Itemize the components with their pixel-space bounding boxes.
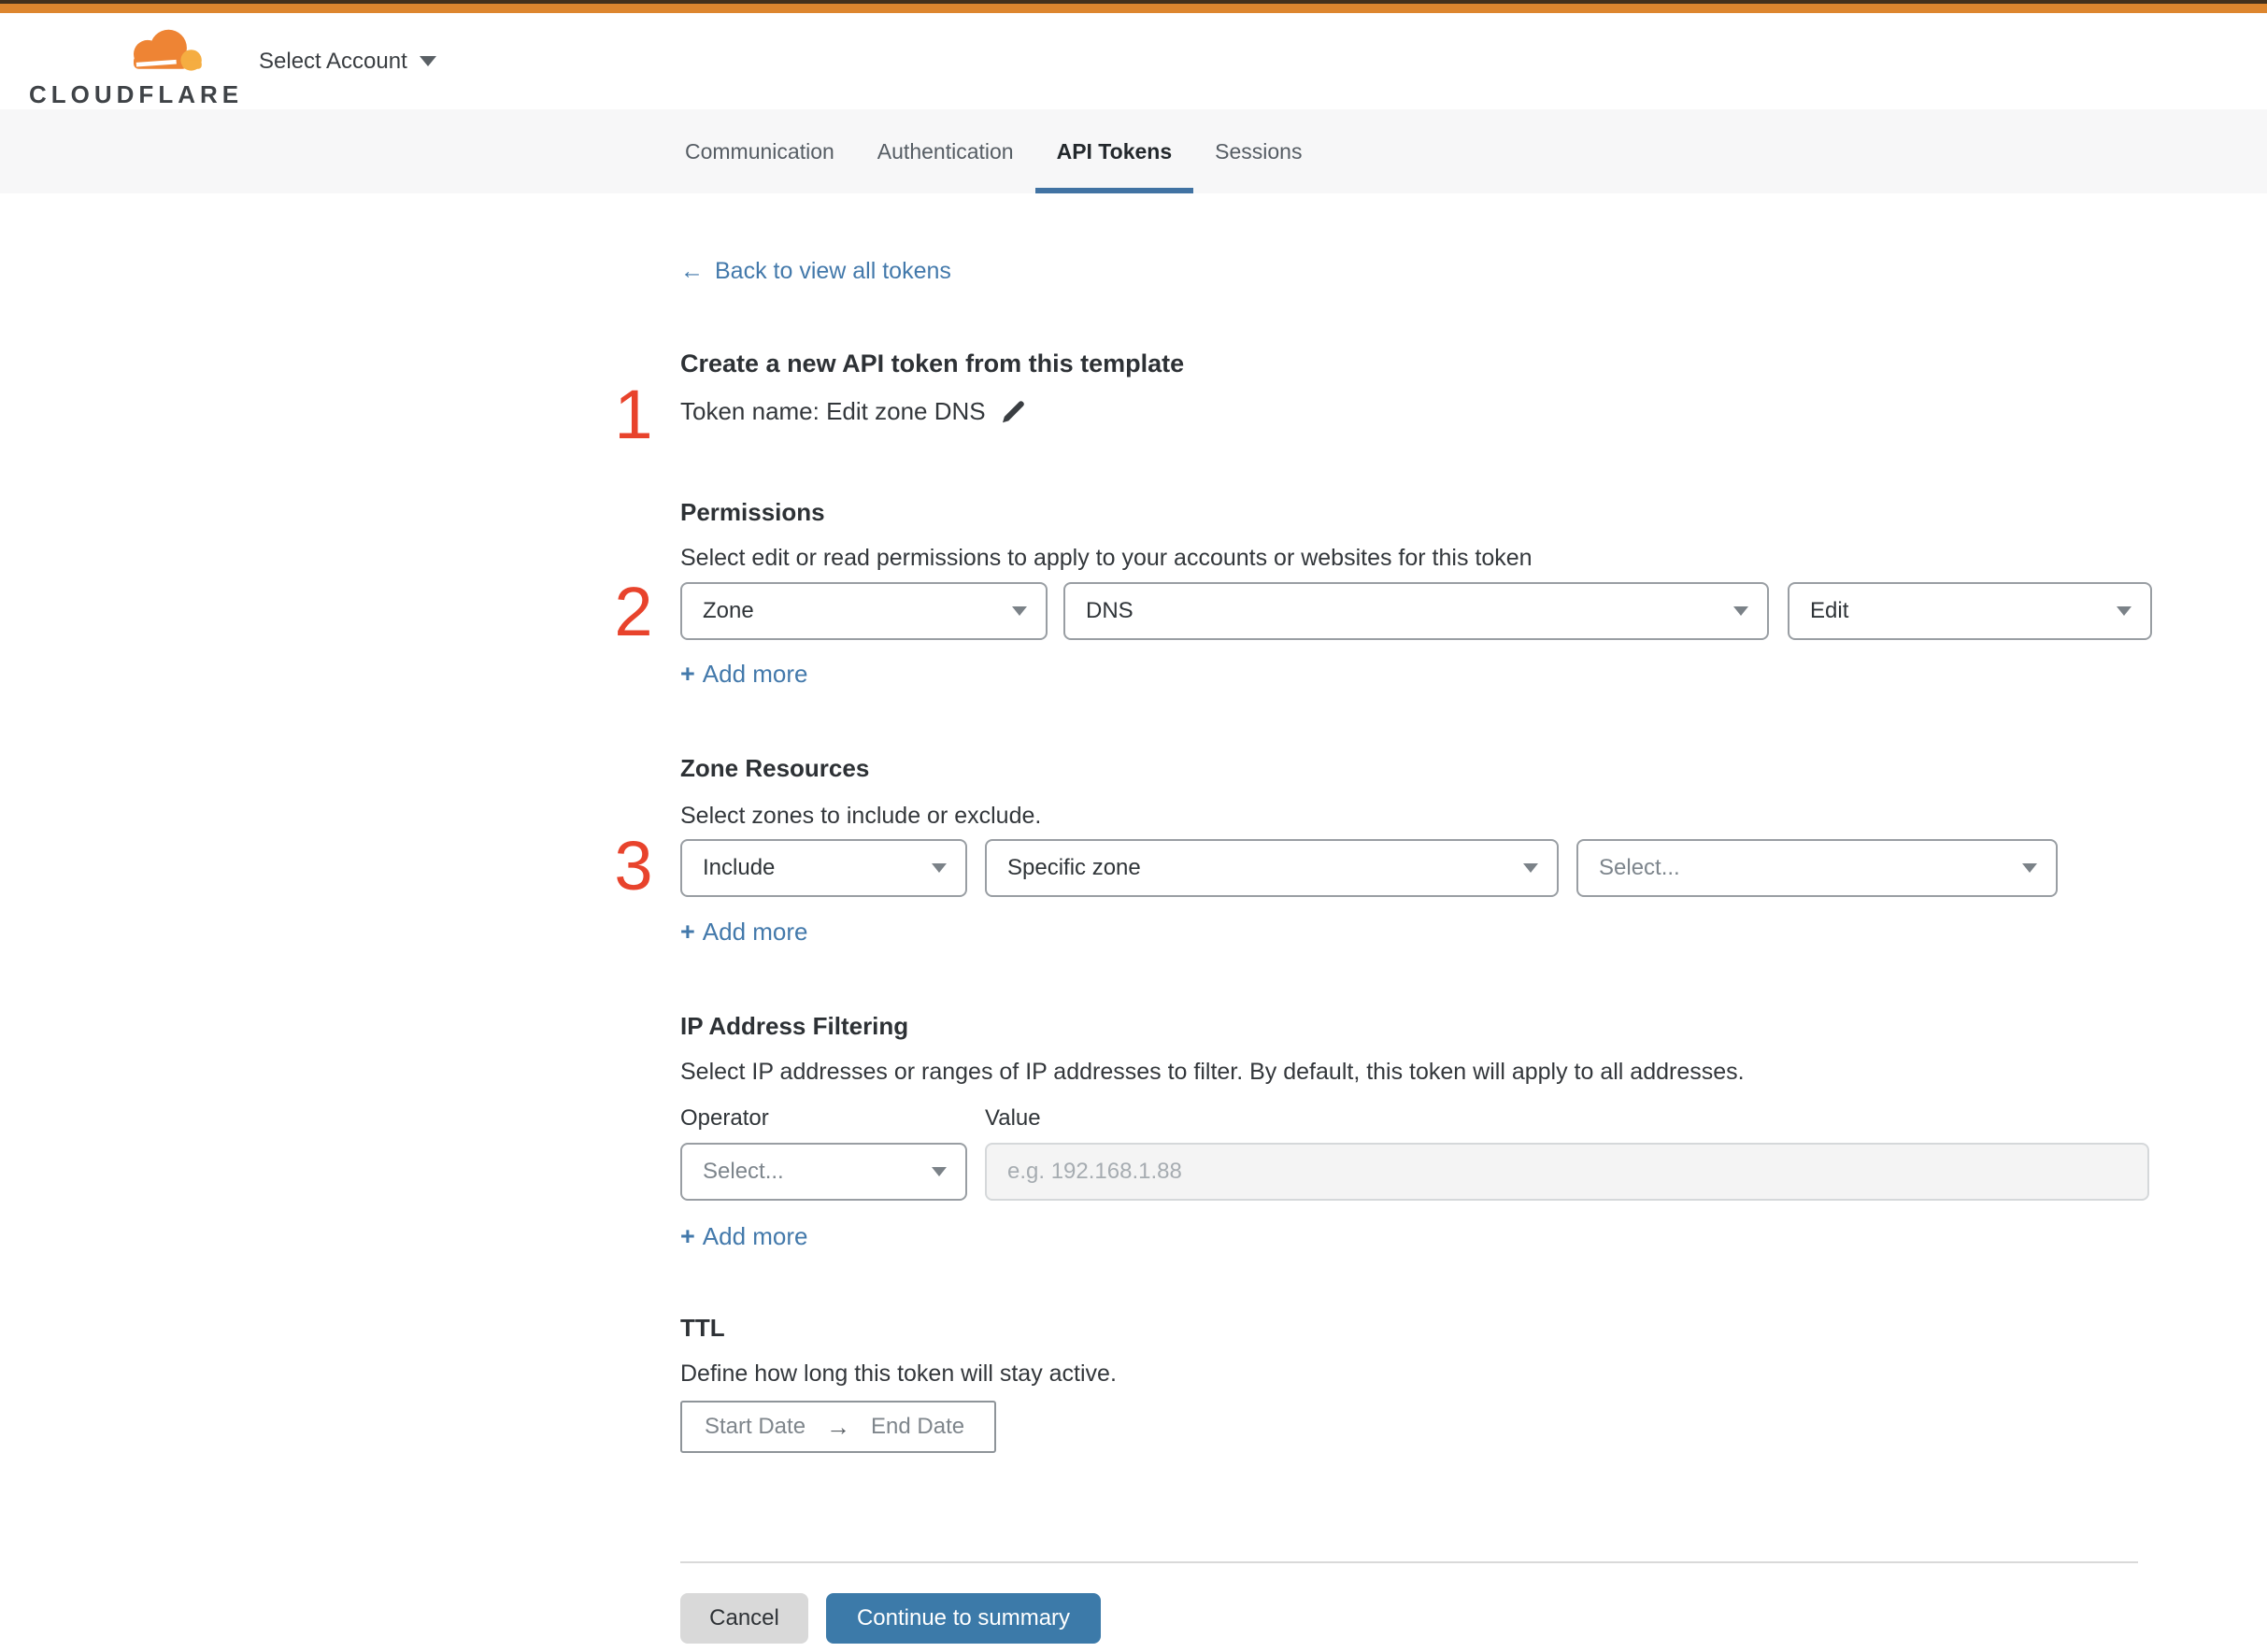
page-title: Create a new API token from this templat… (680, 349, 1185, 377)
cancel-button[interactable]: Cancel (680, 1593, 808, 1644)
ip-filtering-add-more-link[interactable]: + Add more (680, 1222, 808, 1251)
zone-mode-value: Include (703, 855, 776, 880)
tab-api-tokens[interactable]: API Tokens (1034, 109, 1194, 193)
zone-type-value: Specific zone (1007, 855, 1141, 880)
start-date-label: Start Date (705, 1414, 806, 1439)
permissions-add-more-link[interactable]: + Add more (680, 660, 808, 689)
plus-icon: + (680, 660, 695, 688)
cloudflare-orange-bar (0, 4, 2267, 13)
permission-access-value: Edit (1810, 598, 1849, 623)
cloudflare-logo-text: CLOUDFLARE (29, 80, 244, 108)
token-name-text: Token name: Edit zone DNS (680, 396, 986, 425)
chevron-down-icon (932, 1167, 947, 1176)
chevron-down-icon (2022, 863, 2037, 873)
permission-scope-value: Zone (703, 598, 754, 623)
permission-service-value: DNS (1086, 598, 1134, 623)
arrow-right-icon: → (826, 1412, 851, 1441)
account-selector-label: Select Account (259, 48, 407, 74)
chevron-down-icon (419, 56, 436, 66)
permission-service-dropdown[interactable]: DNS (1063, 582, 1769, 640)
end-date-label: End Date (871, 1414, 965, 1439)
plus-icon: + (680, 1222, 695, 1250)
edit-pencil-icon (1002, 401, 1024, 423)
cloudflare-logo[interactable]: CLOUDFLARE (29, 26, 244, 109)
cloudflare-cloud-icon (134, 29, 202, 71)
zone-resources-description: Select zones to include or exclude. (680, 803, 1042, 829)
permissions-description: Select edit or read permissions to apply… (680, 545, 1533, 571)
operator-label: Operator (680, 1105, 769, 1131)
zone-select-placeholder: Select... (1599, 855, 1680, 880)
chevron-down-icon (1733, 606, 1748, 616)
edit-token-name-button[interactable] (999, 396, 1029, 426)
ip-operator-placeholder: Select... (703, 1159, 784, 1184)
ip-filtering-heading: IP Address Filtering (680, 1012, 909, 1040)
ttl-heading: TTL (680, 1314, 725, 1342)
tab-authentication[interactable]: Authentication (856, 109, 1035, 193)
zone-resources-heading: Zone Resources (680, 754, 870, 782)
value-label: Value (985, 1105, 1041, 1131)
ip-value-input[interactable] (985, 1143, 2149, 1201)
permission-access-dropdown[interactable]: Edit (1788, 582, 2152, 640)
header: CLOUDFLARE Select Account (0, 13, 2267, 109)
token-name-line: Token name: Edit zone DNS (680, 396, 1029, 426)
zone-mode-dropdown[interactable]: Include (680, 839, 967, 897)
chevron-down-icon (1523, 863, 1538, 873)
tab-communication[interactable]: Communication (663, 109, 856, 193)
ttl-date-range-picker[interactable]: Start Date → End Date (680, 1401, 996, 1453)
back-to-tokens-link[interactable]: ← Back to view all tokens (680, 258, 951, 285)
back-arrow-icon: ← (680, 258, 704, 284)
step-2-annotation: 2 (614, 573, 653, 650)
account-selector[interactable]: Select Account (259, 13, 436, 109)
ip-filtering-description: Select IP addresses or ranges of IP addr… (680, 1059, 1745, 1085)
back-link-label: Back to view all tokens (715, 258, 951, 284)
add-more-label: Add more (702, 660, 808, 688)
step-1-annotation: 1 (614, 376, 653, 453)
permissions-heading: Permissions (680, 498, 825, 526)
zone-resources-add-more-link[interactable]: + Add more (680, 918, 808, 947)
zone-select-dropdown[interactable]: Select... (1576, 839, 2058, 897)
add-more-label: Add more (702, 1222, 808, 1250)
chevron-down-icon (932, 863, 947, 873)
chevron-down-icon (2117, 606, 2132, 616)
api-token-template-page: CLOUDFLARE Select Account Communication … (0, 0, 2267, 1652)
add-more-label: Add more (702, 918, 808, 946)
chevron-down-icon (1012, 606, 1027, 616)
step-3-annotation: 3 (614, 827, 653, 904)
ttl-description: Define how long this token will stay act… (680, 1360, 1117, 1387)
footer-divider (680, 1561, 2138, 1563)
profile-tabbar: Communication Authentication API Tokens … (0, 109, 2267, 193)
permission-scope-dropdown[interactable]: Zone (680, 582, 1048, 640)
plus-icon: + (680, 918, 695, 946)
ip-operator-dropdown[interactable]: Select... (680, 1143, 967, 1201)
continue-to-summary-button[interactable]: Continue to summary (826, 1593, 1101, 1644)
zone-type-dropdown[interactable]: Specific zone (985, 839, 1559, 897)
tab-sessions[interactable]: Sessions (1193, 109, 1323, 193)
